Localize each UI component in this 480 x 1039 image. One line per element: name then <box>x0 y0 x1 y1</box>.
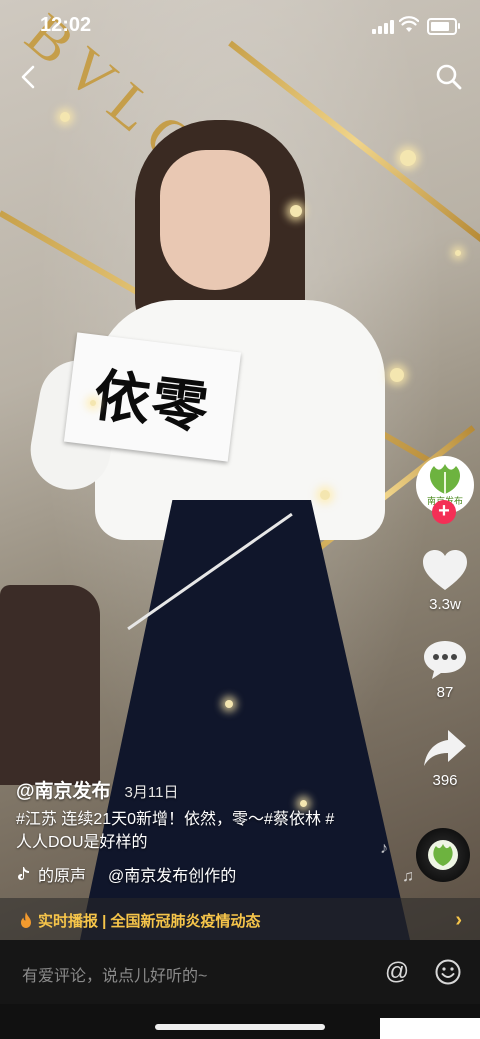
cellular-signal-icon <box>372 18 394 34</box>
music-disc-cover <box>428 840 458 870</box>
held-sign: 依零 <box>63 332 242 462</box>
mention-button[interactable]: @ <box>383 958 411 986</box>
chevron-right-icon[interactable]: › <box>455 909 462 932</box>
music-creator-label: @南京发布创作的 <box>108 868 237 885</box>
description-line[interactable]: 人人DOU是好样的 <box>16 831 381 854</box>
news-banner-text: 实时播报 | 全国新冠肺炎疫情动态 <box>38 912 261 930</box>
sparkle <box>90 400 96 406</box>
share-icon[interactable] <box>420 726 470 770</box>
comment-count: 87 <box>436 684 454 701</box>
home-indicator[interactable] <box>155 1024 325 1030</box>
comment-input[interactable]: 有爱评论，说点儿好听的~ <box>22 962 207 986</box>
fire-icon <box>21 912 31 928</box>
search-icon[interactable] <box>434 62 464 92</box>
sparkle <box>400 150 416 166</box>
music-disc-icon[interactable] <box>416 828 470 882</box>
author-row: @南京发布 3月11日 <box>16 776 178 803</box>
tiktok-note-icon <box>18 867 29 880</box>
music-note-icon: ♫ <box>402 868 414 885</box>
sign-text: 依零 <box>90 362 214 440</box>
sparkle <box>320 490 330 500</box>
video-description: #江苏 连续21天0新增！依然，零～#蔡依林 # 人人DOU是好样的 <box>16 808 381 854</box>
heart-icon[interactable] <box>420 548 470 592</box>
battery-icon <box>427 18 460 35</box>
music-note-icon: ♪ <box>380 840 388 857</box>
sparkle <box>455 250 461 256</box>
comment-bar: 有爱评论，说点儿好听的~ @ <box>0 942 480 1004</box>
person-face <box>160 150 270 290</box>
music-row[interactable]: 的原声 @南京发布创作的 <box>16 862 236 886</box>
like-count: 3.3w <box>429 596 461 613</box>
background-couch <box>0 585 100 785</box>
comment-icon[interactable] <box>420 638 470 682</box>
corner-patch <box>380 1018 480 1039</box>
wifi-icon <box>399 16 419 32</box>
post-date: 3月11日 <box>124 784 179 801</box>
news-banner[interactable]: 实时播报 | 全国新冠肺炎疫情动态 › <box>0 898 480 942</box>
sparkle <box>300 800 307 807</box>
share-count: 396 <box>432 772 458 789</box>
status-bar: 12:02 <box>0 0 480 50</box>
video-player-screen: BVLG 依零 12:02 南 <box>0 0 480 1039</box>
sparkle <box>290 205 302 217</box>
avatar-leaf-logo <box>429 464 461 494</box>
sparkle <box>390 368 404 382</box>
status-time: 12:02 <box>40 14 92 36</box>
music-original-label: 的原声 <box>38 868 87 885</box>
sparkle <box>60 112 70 122</box>
music-disc-leaf <box>433 844 453 866</box>
emoji-icon[interactable] <box>434 958 462 986</box>
sparkle <box>225 700 233 708</box>
follow-button[interactable]: + <box>432 500 456 524</box>
author-name[interactable]: @南京发布 <box>16 781 111 802</box>
back-icon[interactable] <box>14 62 44 92</box>
description-line[interactable]: #江苏 连续21天0新增！依然，零～#蔡依林 # <box>16 808 381 831</box>
